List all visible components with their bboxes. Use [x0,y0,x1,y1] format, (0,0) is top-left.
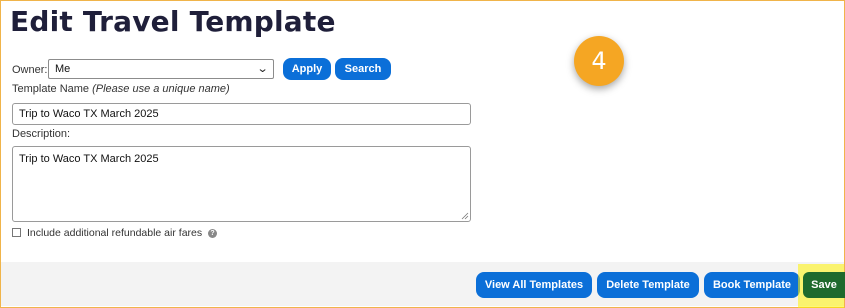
view-all-templates-button[interactable]: View All Templates [476,272,592,298]
description-text: Trip to Waco TX March 2025 [19,153,159,165]
refundable-checkbox[interactable] [12,228,21,237]
owner-select-value: Me [55,63,71,75]
template-name-label: Template Name (Please use a unique name) [12,83,230,95]
book-template-button[interactable]: Book Template [704,272,800,298]
template-name-input[interactable]: Trip to Waco TX March 2025 [12,103,471,125]
help-icon[interactable]: ? [208,228,218,238]
template-name-label-text: Template Name [12,83,90,95]
page-title: Edit Travel Template [10,5,336,38]
owner-label: Owner: [12,64,48,76]
step-badge: 4 [574,36,624,86]
template-name-hint: (Please use a unique name) [92,83,230,95]
refundable-label-text: Include additional refundable air fares [27,227,203,239]
apply-button[interactable]: Apply [283,58,331,80]
search-button[interactable]: Search [335,58,391,80]
description-textarea[interactable]: Trip to Waco TX March 2025 [12,146,471,222]
save-button[interactable]: Save [803,272,845,298]
resize-handle-icon[interactable] [461,212,469,220]
description-label: Description: [12,128,71,140]
owner-select[interactable]: Me ⌄ [48,59,274,79]
chevron-down-icon: ⌄ [256,63,269,75]
delete-template-button[interactable]: Delete Template [597,272,699,298]
refundable-label: Include additional refundable air fares … [27,227,218,239]
